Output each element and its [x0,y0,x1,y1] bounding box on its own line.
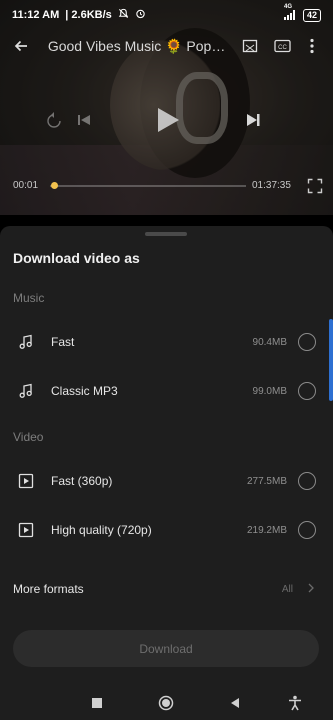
status-speed: | 2.6KB/s [65,9,112,21]
next-icon[interactable] [240,100,266,140]
cast-icon[interactable] [239,35,261,57]
play-icon[interactable] [150,100,186,140]
option-music-fast[interactable]: Fast 90.4MB [0,320,333,364]
back-arrow-icon[interactable] [10,35,32,57]
more-formats-all: All [281,583,293,595]
back-icon[interactable] [224,692,246,714]
option-label: Classic MP3 [51,384,118,398]
radio-button[interactable] [298,472,316,490]
radio-button[interactable] [298,333,316,351]
scroll-indicator[interactable] [329,319,333,401]
more-vert-icon[interactable] [301,35,323,57]
total-time: 01:37:35 [252,180,291,191]
signal-icon: 4G [283,4,298,20]
chevron-right-icon [307,583,315,596]
rewind-icon[interactable] [42,100,66,140]
option-size: 277.5MB [246,475,287,487]
option-label: Fast [51,335,75,349]
seek-thumb[interactable] [50,182,58,189]
radio-button[interactable] [298,382,316,400]
option-label: High quality (720p) [51,523,152,537]
download-sheet: Download video as Music Fast 90.4MB Clas… [0,226,333,686]
option-label: Fast (360p) [51,474,113,488]
previous-icon[interactable] [72,100,96,140]
radio-button[interactable] [298,521,316,539]
play-box-icon [17,472,35,490]
status-bar: 11:12 AM | 2.6KB/s 4G 42 [0,0,333,30]
alarm-icon [135,8,146,22]
more-formats-row[interactable]: More formats All [0,572,333,606]
music-note-icon [17,382,35,400]
player-controls [0,100,333,140]
music-section-label: Music [13,291,45,305]
captions-icon[interactable]: CC [271,35,293,57]
current-time: 00:01 [13,180,39,191]
more-formats-label: More formats [13,582,84,596]
option-music-classic-mp3[interactable]: Classic MP3 99.0MB [0,369,333,413]
video-title: Good Vibes Music 🌻 Popul... [47,37,232,54]
player-topbar: Good Vibes Music 🌻 Popul... CC [0,30,333,62]
option-video-720p[interactable]: High quality (720p) 219.2MB [0,508,333,552]
play-box-icon [17,521,35,539]
accessibility-icon[interactable] [284,692,306,714]
fullscreen-icon[interactable] [307,178,323,197]
music-note-icon [17,333,35,351]
recents-icon[interactable] [86,692,108,714]
seek-bar[interactable]: 00:01 01:37:35 [0,178,333,196]
mute-icon [118,8,129,22]
option-size: 90.4MB [252,336,287,348]
status-time: 11:12 AM [12,9,60,21]
battery-indicator: 42 [302,8,321,22]
home-icon[interactable] [155,692,177,714]
option-size: 99.0MB [252,385,287,397]
option-size: 219.2MB [246,524,287,536]
download-button[interactable]: Download [13,630,319,667]
option-video-360p[interactable]: Fast (360p) 277.5MB [0,459,333,503]
video-section-label: Video [13,430,44,444]
svg-text:CC: CC [278,45,287,51]
network-type: 4G [283,4,292,10]
sheet-title: Download video as [13,250,140,266]
drag-handle[interactable] [145,232,187,236]
system-nav-bar [0,686,333,720]
